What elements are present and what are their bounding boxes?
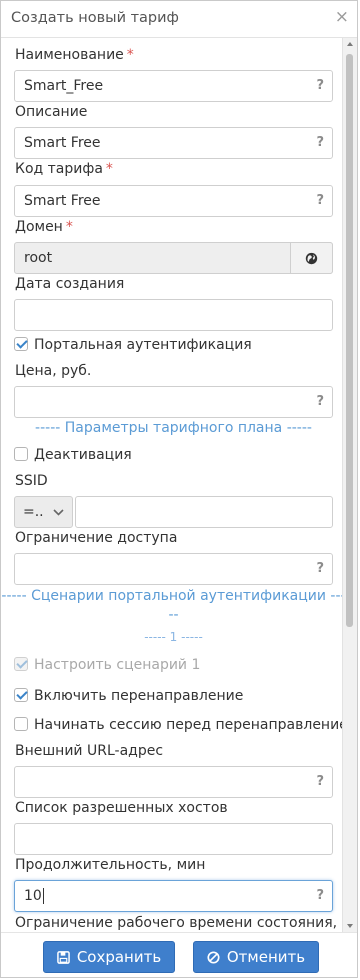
required-mark: * <box>65 219 73 235</box>
checkbox-icon[interactable] <box>14 337 28 351</box>
scenarios-section-cont: -- <box>168 607 179 623</box>
help-icon[interactable]: ? <box>316 186 324 216</box>
enable-redirect-checkbox[interactable]: Включить перенаправление <box>14 688 243 704</box>
scrollbar-thumb[interactable] <box>346 54 353 627</box>
checkbox-icon[interactable] <box>14 447 28 461</box>
configure-scenario-checkbox: Настроить сценарий 1 <box>14 657 200 673</box>
text-cursor <box>42 888 44 904</box>
duration-input[interactable]: 10 ? <box>14 880 333 912</box>
external-url-label: Внешний URL-адрес <box>15 743 164 759</box>
scenarios-section: ----- Сценарии портальной аутентификации… <box>1 588 346 604</box>
deactivation-checkbox[interactable]: Деактивация <box>14 447 132 463</box>
ssid-input[interactable] <box>75 496 333 528</box>
portal-auth-checkbox[interactable]: Портальная аутентификация <box>14 337 252 353</box>
domain-picker-button[interactable] <box>290 242 333 274</box>
code-input[interactable]: Smart Free ? <box>14 185 333 217</box>
session-before-redirect-label: Начинать сессию перед перенаправлением <box>34 717 357 733</box>
help-icon[interactable]: ? <box>316 128 324 158</box>
globe-icon <box>305 252 318 264</box>
allowed-hosts-label: Список разрешенных хостов <box>15 800 228 816</box>
checkbox-icon[interactable] <box>14 717 28 731</box>
description-label: Описание <box>15 104 88 120</box>
description-input[interactable]: Smart Free ? <box>14 127 333 159</box>
ssid-operator-value: =.. <box>23 504 44 520</box>
session-before-redirect-checkbox[interactable]: Начинать сессию перед перенаправлением <box>14 717 357 733</box>
price-label: Цена, руб. <box>15 363 92 379</box>
worktime-limit-label: Ограничение рабочего времени состояния, … <box>15 915 357 931</box>
name-label: Наименование * <box>15 47 134 63</box>
dialog-title: Создать новый тариф <box>11 10 179 26</box>
created-input[interactable] <box>14 299 333 331</box>
scenario-index: ----- 1 ----- <box>144 630 203 644</box>
required-mark: * <box>126 47 134 63</box>
close-icon[interactable]: × <box>335 7 349 27</box>
access-limit-input[interactable]: ? <box>14 553 333 585</box>
dialog-body: Наименование * Smart_Free ? Описание Smar… <box>1 38 357 932</box>
name-value: Smart_Free <box>24 78 104 94</box>
access-limit-label: Ограничение доступа <box>15 530 178 546</box>
checkbox-icon <box>14 657 28 671</box>
deactivation-label: Деактивация <box>34 447 132 463</box>
domain-label: Домен * <box>15 219 73 235</box>
ssid-label: SSID <box>15 473 48 489</box>
configure-scenario-label: Настроить сценарий 1 <box>34 657 201 673</box>
save-label: Сохранить <box>76 948 162 966</box>
portal-auth-label: Портальная аутентификация <box>34 337 252 353</box>
dialog-footer: Сохранить Отменить <box>1 932 357 977</box>
help-icon[interactable]: ? <box>316 554 324 584</box>
code-value: Smart Free <box>24 193 101 209</box>
external-url-input[interactable]: ? <box>14 766 333 798</box>
help-icon[interactable]: ? <box>316 71 324 101</box>
floppy-icon <box>56 950 70 964</box>
duration-label: Продолжительность, мин <box>15 857 206 873</box>
created-label: Дата создания <box>15 276 125 292</box>
help-icon[interactable]: ? <box>316 767 324 797</box>
dialog-titlebar: Создать новый тариф × <box>1 1 357 38</box>
domain-label-text: Домен <box>15 219 63 235</box>
enable-redirect-label: Включить перенаправление <box>34 688 244 704</box>
description-value: Smart Free <box>24 135 101 151</box>
cancel-label: Отменить <box>226 948 306 966</box>
ban-icon <box>207 950 220 964</box>
tariff-params-section: ----- Параметры тарифного плана ----- <box>35 420 312 436</box>
create-tariff-dialog: Создать новый тариф × Наименование * Smar… <box>0 0 358 978</box>
duration-value: 10 <box>24 888 42 904</box>
name-input[interactable]: Smart_Free ? <box>14 70 333 102</box>
price-input[interactable]: ? <box>14 386 333 418</box>
vertical-scrollbar[interactable] <box>342 38 357 932</box>
name-label-text: Наименование <box>15 47 124 63</box>
domain-value: root <box>24 250 53 266</box>
scroll-down-icon[interactable] <box>347 924 353 928</box>
code-label: Код тарифа * <box>15 161 113 177</box>
allowed-hosts-input[interactable] <box>14 823 333 855</box>
scroll-up-icon[interactable] <box>347 42 353 46</box>
save-button[interactable]: Сохранить <box>43 941 175 973</box>
checkbox-icon[interactable] <box>14 688 28 702</box>
code-label-text: Код тарифа <box>15 161 103 177</box>
required-mark: * <box>105 161 113 177</box>
ssid-operator-select[interactable]: =.. <box>14 496 73 528</box>
help-icon[interactable]: ? <box>316 881 324 911</box>
help-icon[interactable]: ? <box>316 387 324 417</box>
chevron-down-icon <box>53 497 64 527</box>
cancel-button[interactable]: Отменить <box>193 941 319 973</box>
domain-input[interactable]: root <box>14 242 333 274</box>
